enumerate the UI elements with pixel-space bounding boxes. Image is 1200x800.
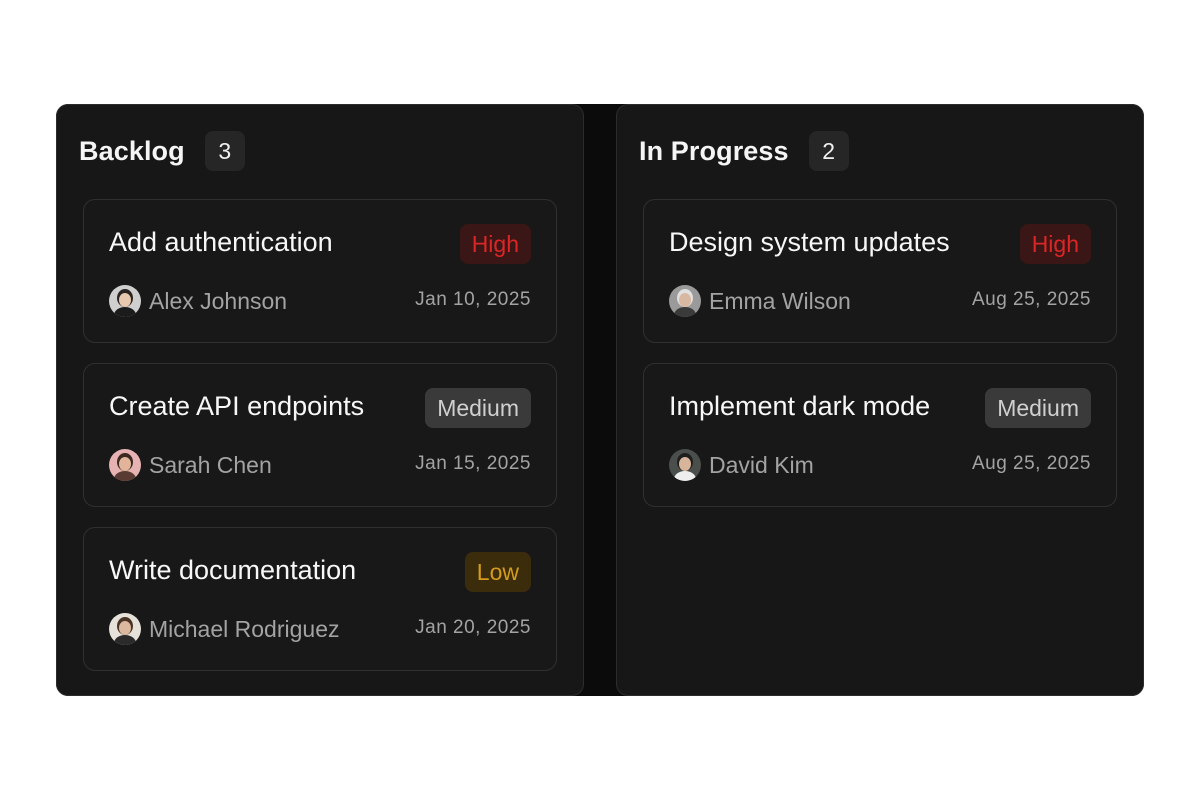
- task-title: Write documentation: [109, 555, 357, 585]
- task-card[interactable]: Add authentication High Alex Johnson Jan…: [83, 199, 557, 343]
- card-list: Design system updates High Emma Wilson A…: [643, 199, 1117, 527]
- column-title: In Progress: [639, 135, 789, 166]
- priority-badge: Medium: [425, 388, 531, 428]
- assignee-name: Alex Johnson: [149, 287, 288, 314]
- priority-badge: Low: [464, 552, 531, 592]
- task-title: Add authentication: [109, 227, 333, 257]
- priority-badge: High: [1019, 224, 1091, 264]
- assignee: Michael Rodriguez: [109, 613, 339, 645]
- column-in-progress: In Progress 2 Design system updates High…: [616, 104, 1144, 696]
- column-title: Backlog: [79, 135, 185, 166]
- task-title: Design system updates: [669, 227, 950, 257]
- avatar: [669, 449, 701, 481]
- task-card[interactable]: Implement dark mode Medium David Kim Aug…: [643, 363, 1117, 507]
- task-card[interactable]: Create API endpoints Medium Sarah Chen J…: [83, 363, 557, 507]
- column-count-badge: 3: [204, 131, 245, 171]
- due-date: Aug 25, 2025: [971, 289, 1091, 310]
- due-date: Jan 10, 2025: [415, 289, 531, 310]
- assignee-name: David Kim: [709, 451, 814, 478]
- due-date: Jan 15, 2025: [415, 453, 531, 474]
- avatar: [109, 449, 141, 481]
- column-header: Backlog 3: [79, 131, 245, 171]
- assignee: Alex Johnson: [109, 285, 287, 317]
- assignee: Sarah Chen: [109, 449, 272, 481]
- due-date: Aug 25, 2025: [971, 453, 1091, 474]
- assignee-name: Emma Wilson: [709, 287, 851, 314]
- avatar: [669, 285, 701, 317]
- column-count-badge: 2: [808, 131, 849, 171]
- task-card[interactable]: Write documentation Low Michael Rodrigue…: [83, 527, 557, 671]
- card-list: Add authentication High Alex Johnson Jan…: [83, 199, 557, 691]
- task-title: Implement dark mode: [669, 391, 931, 421]
- column-backlog: Backlog 3 Add authentication High Alex J…: [56, 104, 584, 696]
- assignee: Emma Wilson: [669, 285, 851, 317]
- due-date: Jan 20, 2025: [415, 617, 531, 638]
- kanban-board: Backlog 3 Add authentication High Alex J…: [56, 104, 1144, 696]
- avatar: [109, 613, 141, 645]
- task-title: Create API endpoints: [109, 391, 365, 421]
- avatar: [109, 285, 141, 317]
- assignee-name: Sarah Chen: [149, 451, 272, 478]
- task-card[interactable]: Design system updates High Emma Wilson A…: [643, 199, 1117, 343]
- priority-badge: High: [459, 224, 531, 264]
- priority-badge: Medium: [985, 388, 1091, 428]
- assignee: David Kim: [669, 449, 814, 481]
- column-header: In Progress 2: [639, 131, 849, 171]
- assignee-name: Michael Rodriguez: [149, 615, 340, 642]
